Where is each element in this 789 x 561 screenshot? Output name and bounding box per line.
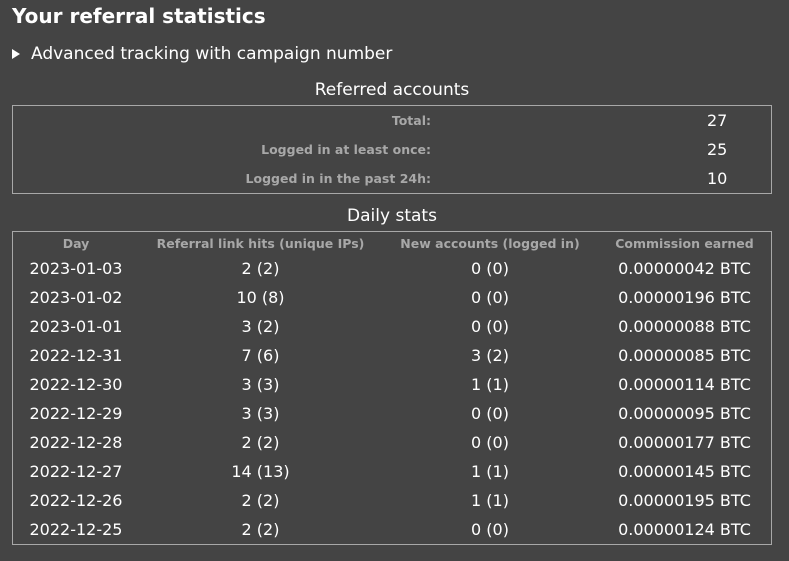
table-row: 2022-12-27 14 (13) 1 (1) 0.00000145 BTC bbox=[13, 457, 771, 486]
cell-day: 2022-12-31 bbox=[29, 346, 123, 365]
logged-once-label: Logged in at least once: bbox=[261, 142, 431, 157]
table-header-row: Day Referral link hits (unique IPs) New … bbox=[13, 232, 771, 254]
cell-day: 2023-01-01 bbox=[29, 317, 123, 336]
table-row: 2022-12-26 2 (2) 1 (1) 0.00000195 BTC bbox=[13, 486, 771, 515]
table-row: 2023-01-01 3 (2) 0 (0) 0.00000088 BTC bbox=[13, 312, 771, 341]
table-row: 2022-12-25 2 (2) 0 (0) 0.00000124 BTC bbox=[13, 515, 771, 544]
cell-new-accounts: 0 (0) bbox=[471, 433, 509, 452]
referred-accounts-caption: Referred accounts bbox=[314, 80, 470, 100]
total-value: 27 bbox=[707, 111, 728, 130]
referred-accounts-table: Total: 27 Logged in at least once: 25 Lo… bbox=[12, 105, 772, 194]
table-row: 2023-01-03 2 (2) 0 (0) 0.00000042 BTC bbox=[13, 254, 771, 283]
cell-referral-hits: 2 (2) bbox=[241, 259, 280, 278]
cell-new-accounts: 0 (0) bbox=[471, 520, 509, 539]
cell-commission: 0.00000114 BTC bbox=[618, 375, 751, 394]
daily-stats-body: 2023-01-03 2 (2) 0 (0) 0.00000042 BTC 2023-0… bbox=[13, 254, 771, 544]
cell-referral-hits: 7 (6) bbox=[241, 346, 280, 365]
cell-day: 2022-12-30 bbox=[29, 375, 123, 394]
cell-commission: 0.00000145 BTC bbox=[618, 462, 751, 481]
total-label: Total: bbox=[391, 113, 431, 128]
cell-new-accounts: 0 (0) bbox=[471, 317, 509, 336]
table-row: 2022-12-30 3 (3) 1 (1) 0.00000114 BTC bbox=[13, 370, 771, 399]
cell-new-accounts: 1 (1) bbox=[471, 462, 509, 481]
cell-day: 2022-12-26 bbox=[29, 491, 123, 510]
cell-commission: 0.00000177 BTC bbox=[618, 433, 751, 452]
cell-referral-hits: 2 (2) bbox=[241, 520, 280, 539]
logged-once-value: 25 bbox=[707, 140, 728, 159]
cell-commission: 0.00000085 BTC bbox=[618, 346, 751, 365]
cell-new-accounts: 0 (0) bbox=[471, 259, 509, 278]
cell-commission: 0.00000124 BTC bbox=[618, 520, 751, 539]
daily-stats-caption: Daily stats bbox=[347, 206, 437, 226]
cell-referral-hits: 3 (3) bbox=[241, 375, 280, 394]
cell-day: 2022-12-28 bbox=[29, 433, 123, 452]
table-row: 2023-01-02 10 (8) 0 (0) 0.00000196 BTC bbox=[13, 283, 771, 312]
referral-stats-page: Your referral statistics Advanced tracki… bbox=[0, 0, 789, 561]
cell-referral-hits: 10 (8) bbox=[236, 288, 285, 307]
cell-day: 2023-01-02 bbox=[29, 288, 123, 307]
table-row: 2022-12-28 2 (2) 0 (0) 0.00000177 BTC bbox=[13, 428, 771, 457]
cell-commission: 0.00000195 BTC bbox=[618, 491, 751, 510]
cell-day: 2023-01-03 bbox=[29, 259, 123, 278]
cell-referral-hits: 2 (2) bbox=[241, 491, 280, 510]
header-commission: Commission earned bbox=[615, 235, 754, 251]
table-row: 2022-12-29 3 (3) 0 (0) 0.00000095 BTC bbox=[13, 399, 771, 428]
page-title: Your referral statistics bbox=[12, 4, 266, 28]
cell-referral-hits: 14 (13) bbox=[231, 462, 290, 481]
cell-day: 2022-12-27 bbox=[29, 462, 123, 481]
cell-commission: 0.00000095 BTC bbox=[618, 404, 751, 423]
header-new-accounts: New accounts (logged in) bbox=[400, 235, 580, 251]
cell-new-accounts: 0 (0) bbox=[471, 288, 509, 307]
header-referral-hits: Referral link hits (unique IPs) bbox=[156, 235, 365, 251]
cell-day: 2022-12-29 bbox=[29, 404, 123, 423]
table-row: Logged in in the past 24h: 10 bbox=[13, 164, 771, 193]
logged-24h-label: Logged in in the past 24h: bbox=[245, 171, 431, 186]
advanced-tracking-label: Advanced tracking with campaign number bbox=[31, 44, 393, 64]
cell-referral-hits: 2 (2) bbox=[241, 433, 280, 452]
daily-stats-table: Day Referral link hits (unique IPs) New … bbox=[12, 231, 772, 545]
cell-commission: 0.00000196 BTC bbox=[618, 288, 751, 307]
cell-new-accounts: 1 (1) bbox=[471, 491, 509, 510]
cell-referral-hits: 3 (3) bbox=[241, 404, 280, 423]
logged-24h-value: 10 bbox=[707, 169, 728, 188]
cell-new-accounts: 0 (0) bbox=[471, 404, 509, 423]
disclosure-triangle-icon bbox=[12, 49, 20, 59]
cell-commission: 0.00000042 BTC bbox=[618, 259, 751, 278]
table-row: 2022-12-31 7 (6) 3 (2) 0.00000085 BTC bbox=[13, 341, 771, 370]
cell-commission: 0.00000088 BTC bbox=[618, 317, 751, 336]
header-day: Day bbox=[62, 235, 90, 251]
cell-new-accounts: 3 (2) bbox=[471, 346, 509, 365]
cell-day: 2022-12-25 bbox=[29, 520, 123, 539]
cell-referral-hits: 3 (2) bbox=[241, 317, 280, 336]
table-row: Total: 27 bbox=[13, 106, 771, 135]
table-row: Logged in at least once: 25 bbox=[13, 135, 771, 164]
advanced-tracking-toggle[interactable]: Advanced tracking with campaign number bbox=[12, 44, 392, 64]
cell-new-accounts: 1 (1) bbox=[471, 375, 509, 394]
